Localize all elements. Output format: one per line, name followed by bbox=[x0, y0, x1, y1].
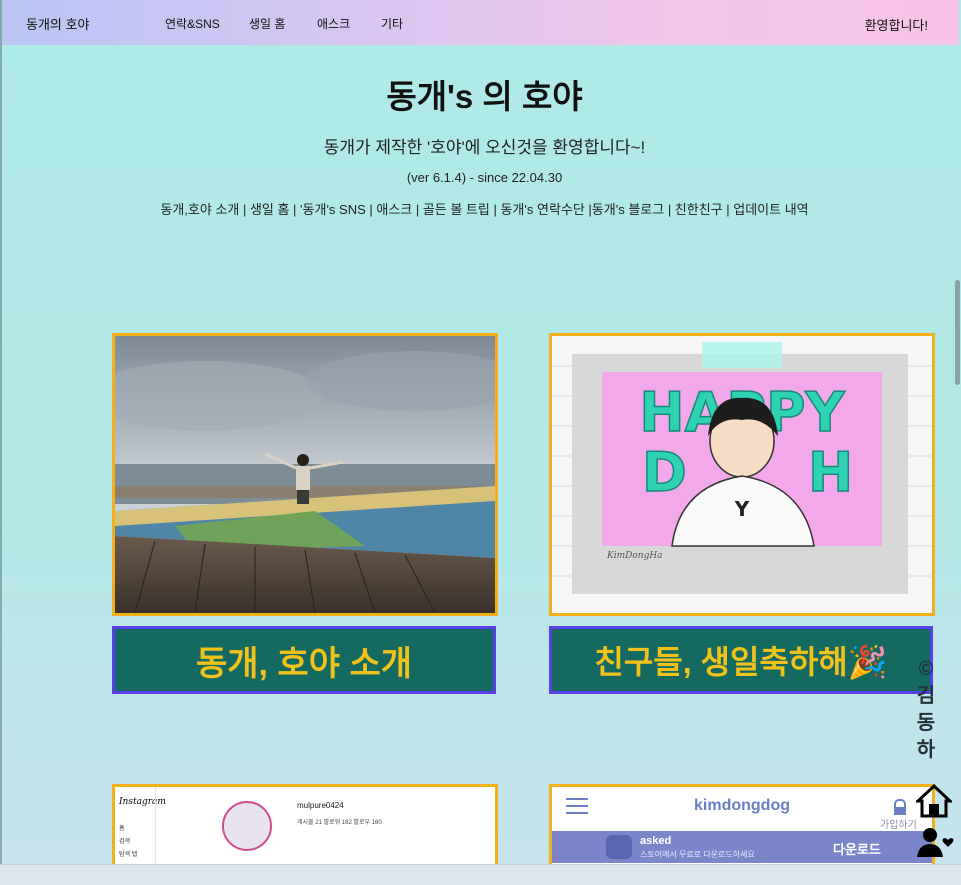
nav-item-birthday-home[interactable]: 생일 홈 bbox=[249, 15, 285, 32]
svg-text:Y: Y bbox=[734, 497, 750, 521]
os-taskbar bbox=[0, 864, 961, 885]
copyright-vertical: ©김동하 bbox=[916, 658, 936, 761]
instagram-stats: 게시물 21 팔로워 162 팔로우 160 bbox=[297, 820, 382, 826]
menu-search[interactable]: 검색 bbox=[119, 836, 137, 849]
lock-icon bbox=[894, 799, 906, 815]
avatar[interactable] bbox=[222, 801, 272, 851]
banner-title: asked bbox=[640, 835, 672, 847]
intro-button[interactable]: 동개, 호야 소개 bbox=[112, 626, 496, 694]
app-icon bbox=[606, 835, 632, 859]
home-icon[interactable] bbox=[914, 783, 954, 823]
birthday-button[interactable]: 친구들, 생일축하해🎉 bbox=[549, 626, 933, 694]
download-button[interactable]: 다운로드 bbox=[833, 839, 881, 858]
user-heart-icon[interactable] bbox=[914, 826, 956, 863]
nav-item-contact-sns[interactable]: 연락&SNS bbox=[165, 15, 220, 32]
scrollbar[interactable] bbox=[954, 45, 961, 863]
birthday-drawing-card[interactable]: HAPPY D H Y KimDongHa bbox=[549, 333, 935, 616]
instagram-username: mulpure0424 bbox=[297, 801, 344, 810]
instagram-menu: 홈 검색 탐색 탭 bbox=[119, 823, 137, 862]
intro-photo-card[interactable] bbox=[112, 333, 498, 616]
version-text: (ver 6.1.4) - since 22.04.30 bbox=[406, 170, 563, 185]
page-title: 동개's 의 호야 bbox=[386, 78, 583, 115]
nav-brand[interactable]: 동개의 호야 bbox=[26, 14, 89, 33]
menu-explore[interactable]: 탐색 탭 bbox=[119, 849, 137, 862]
letter-h: H bbox=[808, 441, 853, 504]
banner-subtitle: 스토어에서 무료로 다운로드하세요 bbox=[640, 850, 755, 859]
top-nav: 동개의 호야 연락&SNS 생일 홈 애스크 기타 환영합니다! bbox=[2, 0, 959, 45]
signup-link[interactable]: 가입하기 bbox=[880, 816, 917, 831]
letter-d: D bbox=[642, 441, 687, 504]
nav-item-ask[interactable]: 애스크 bbox=[317, 15, 350, 32]
welcome-text: 환영합니다! bbox=[864, 18, 928, 33]
page-subtitle: 동개가 제작한 '호야'에 오신것을 환영합니다~! bbox=[323, 138, 646, 157]
seaside-photo bbox=[115, 336, 495, 613]
scrollbar-thumb[interactable] bbox=[955, 280, 960, 385]
instagram-logo: Instagram bbox=[119, 797, 166, 807]
menu-home[interactable]: 홈 bbox=[119, 823, 137, 836]
asked-username: kimdongdog bbox=[694, 797, 790, 814]
nav-item-etc[interactable]: 기타 bbox=[381, 15, 403, 32]
download-banner[interactable]: asked 스토어에서 무료로 다운로드하세요 다운로드 bbox=[552, 831, 932, 863]
quick-links[interactable]: 동개,호야 소개 | 생일 홈 | '동개's SNS | 애스크 | 골든 볼… bbox=[0, 199, 961, 218]
signature: KimDongHa bbox=[606, 551, 663, 561]
birthday-drawing: HAPPY D H Y KimDongHa bbox=[552, 336, 932, 613]
